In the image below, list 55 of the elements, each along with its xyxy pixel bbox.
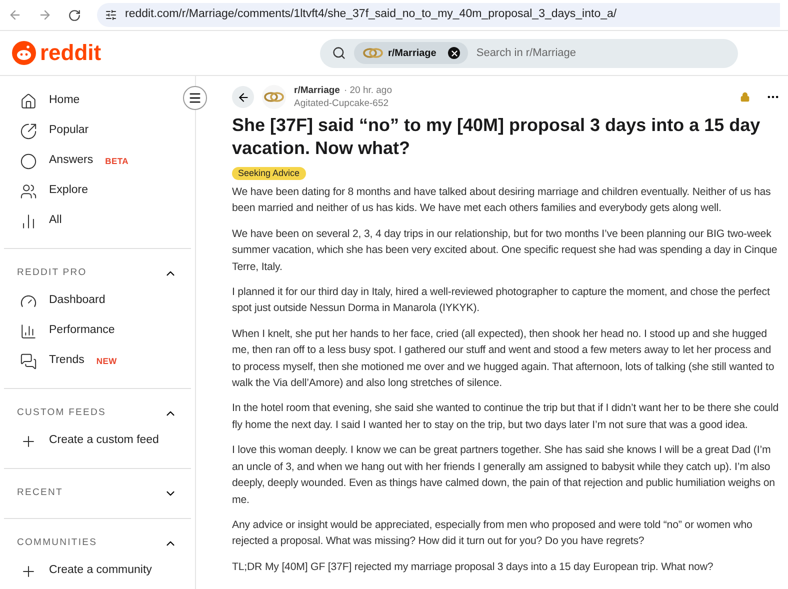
- search-icon: [332, 46, 346, 60]
- chat-bubbles-icon: [20, 352, 37, 370]
- subreddit-avatar[interactable]: [262, 85, 286, 109]
- sidebar-item[interactable]: Dashboard: [49, 292, 106, 310]
- subreddit-chip[interactable]: r/Marriage: [354, 42, 468, 64]
- post-flair[interactable]: Seeking Advice: [232, 167, 306, 180]
- rings-icon: [362, 47, 384, 59]
- url-text: reddit.com/r/Marriage/comments/1ltvft4/she_37f_said_no_to_my_40m_proposal_3_days_into_a/: [125, 7, 617, 22]
- post-paragraph: In the hotel room that evening, she said she wanted to continue the trip but that if I didn’t want her to be there she could fly home the next day. I said I wanted her to stay on the trip, but two days later I’m not sure that was a good idea.: [232, 401, 780, 433]
- post-paragraph: I love this woman deeply. I know we can be great partners together. She has said she knows I will be a great Dad (I’m an uncle of 3, and when we hang out with her friends I generally am assigned to babysit while they catch up). I’m also deeply, deeply wounded. Even as things have calmed down, the pain of that rejection and public humiliation weighs on me.: [232, 443, 776, 508]
- rings-icon: [263, 91, 285, 103]
- back-icon: [236, 90, 250, 104]
- address-bar[interactable]: reddit.com/r/Marriage/comments/1ltvft4/she_37f_said_no_to_my_40m_proposal_3_days_into_a/: [97, 3, 780, 27]
- section-heading[interactable]: CUSTOM FEEDS: [17, 406, 106, 421]
- badge-label: NEW: [96, 354, 117, 368]
- post-paragraph: When I knelt, she put her hands to her face, cried (all expected), then shook her head no. I stood up and she hugged me, then ran off to a less busy spot. I gathered our stuff and went and stood a few meters away to let her process and to process myself, then she motioned me over and we hugged again. That afternoon, lots of talking (she still wanted to walk the Via dell’Amore) and also long stretches of silence.: [232, 326, 776, 392]
- subreddit-link[interactable]: r/Marriage: [294, 84, 340, 97]
- lock-icon: [740, 92, 750, 102]
- post-paragraph: We have been on several 2, 3, 4 day trips in our relationship, but for two months I’ve been planning our BIG two-week summer vacation, which she has been very excited about. One specific request she had was spending a day in Cinque Terre, Italy.: [232, 226, 778, 275]
- menu-icon: [188, 91, 202, 105]
- arrow-circle-icon: [20, 122, 37, 140]
- reload-icon[interactable]: [68, 8, 81, 22]
- sidebar-item[interactable]: Create a community: [49, 562, 152, 580]
- sidebar-item[interactable]: Trends: [49, 352, 84, 370]
- post-paragraph: TL;DR My [40M] GF [37F] rejected my marriage proposal 3 days into a 15 day European trip. What now?: [232, 560, 714, 575]
- sidebar-item[interactable]: Home: [49, 92, 80, 110]
- reddit-logo-icon[interactable]: [12, 41, 36, 65]
- gauge-icon: [20, 292, 37, 310]
- back-icon[interactable]: [8, 8, 22, 22]
- sidebar-item[interactable]: All: [49, 212, 62, 230]
- author-link[interactable]: Agitated-Cupcake-652: [294, 97, 392, 110]
- post-paragraph: I planned it for our third day in Italy, hired a well-reviewed photographer to capture the moment, and chose the perfect spot just outside Nessun Dorma in Manarola (IYKYK).: [232, 285, 771, 316]
- sidebar-item[interactable]: Popular: [49, 122, 89, 140]
- close-icon[interactable]: [450, 48, 459, 58]
- people-icon: [20, 182, 37, 200]
- post-paragraph: We have been dating for 8 months and have talked about desiring marriage and children eventually. Neither of us has been married and neither of us has kids. We have met each others families and everybody gets along well.: [232, 185, 772, 216]
- sidebar-item[interactable]: Answers: [49, 152, 94, 170]
- search-input[interactable]: Search in r/Marriage: [476, 44, 726, 62]
- post-paragraph: Any advice or insight would be appreciated, especially from men who proposed and were told “no” or women who rejected a proposal. What was missing? How did it turn out for you? Do you have regrets?: [232, 518, 754, 550]
- section-heading[interactable]: RECENT: [17, 486, 63, 501]
- sidebar-item[interactable]: Performance: [49, 322, 115, 340]
- section-heading[interactable]: REDDIT PRO: [17, 266, 87, 281]
- forward-icon[interactable]: [38, 8, 52, 22]
- sidebar-item[interactable]: Explore: [49, 182, 88, 200]
- badge-label: BETA: [105, 154, 128, 168]
- sidebar-item[interactable]: Create a custom feed: [49, 432, 159, 450]
- home-icon: [20, 92, 37, 110]
- section-heading[interactable]: COMMUNITIES: [17, 536, 98, 551]
- bar-chart-icon: [20, 322, 37, 340]
- post-title: She [37F] said “no” to my [40M] proposal 3 days into a 15 day vacation. Now what?: [232, 114, 762, 160]
- site-settings-icon: [105, 9, 117, 21]
- back-button[interactable]: [232, 86, 254, 108]
- post-time: · 20 hr. ago: [344, 84, 392, 97]
- menu-button[interactable]: [183, 86, 207, 110]
- search-field[interactable]: r/Marriage Search in r/Marriage: [320, 38, 738, 68]
